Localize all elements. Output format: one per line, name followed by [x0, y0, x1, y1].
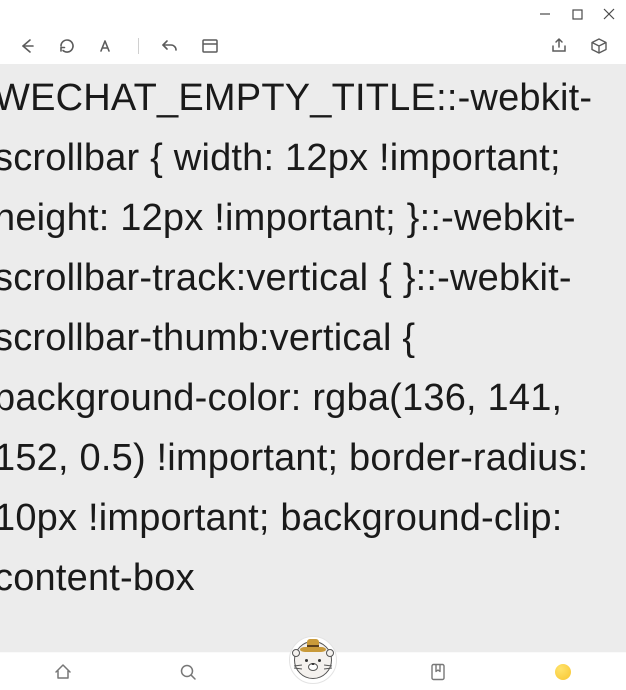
- nav-emoji-button[interactable]: [501, 664, 626, 680]
- center-avatar-button[interactable]: [289, 636, 337, 684]
- article-body-text: WECHAT_EMPTY_TITLE::-webkit-scrollbar { …: [0, 68, 626, 608]
- back-button[interactable]: [18, 37, 36, 55]
- window-minimize-button[interactable]: [538, 7, 552, 21]
- nav-search-button[interactable]: [125, 662, 250, 682]
- nav-home-button[interactable]: [0, 662, 125, 682]
- window-maximize-button[interactable]: [570, 7, 584, 21]
- content-area: WECHAT_EMPTY_TITLE::-webkit-scrollbar { …: [0, 64, 626, 652]
- window-layout-button[interactable]: [201, 37, 219, 55]
- cat-avatar-icon: [294, 641, 332, 679]
- refresh-button[interactable]: [58, 37, 76, 55]
- toolbar-left-group: [18, 37, 219, 55]
- emoji-icon: [555, 664, 571, 680]
- share-button[interactable]: [550, 37, 568, 55]
- search-icon: [178, 662, 198, 682]
- toolbar-right-group: [550, 37, 608, 55]
- package-button[interactable]: [590, 37, 608, 55]
- top-toolbar: [0, 28, 626, 64]
- window-titlebar: [0, 0, 626, 28]
- font-size-button[interactable]: [98, 37, 116, 55]
- home-icon: [53, 662, 73, 682]
- bookmark-icon: [428, 662, 448, 682]
- undo-button[interactable]: [161, 37, 179, 55]
- toolbar-separator: [138, 38, 139, 54]
- window-close-button[interactable]: [602, 7, 616, 21]
- nav-bookmark-button[interactable]: [376, 662, 501, 682]
